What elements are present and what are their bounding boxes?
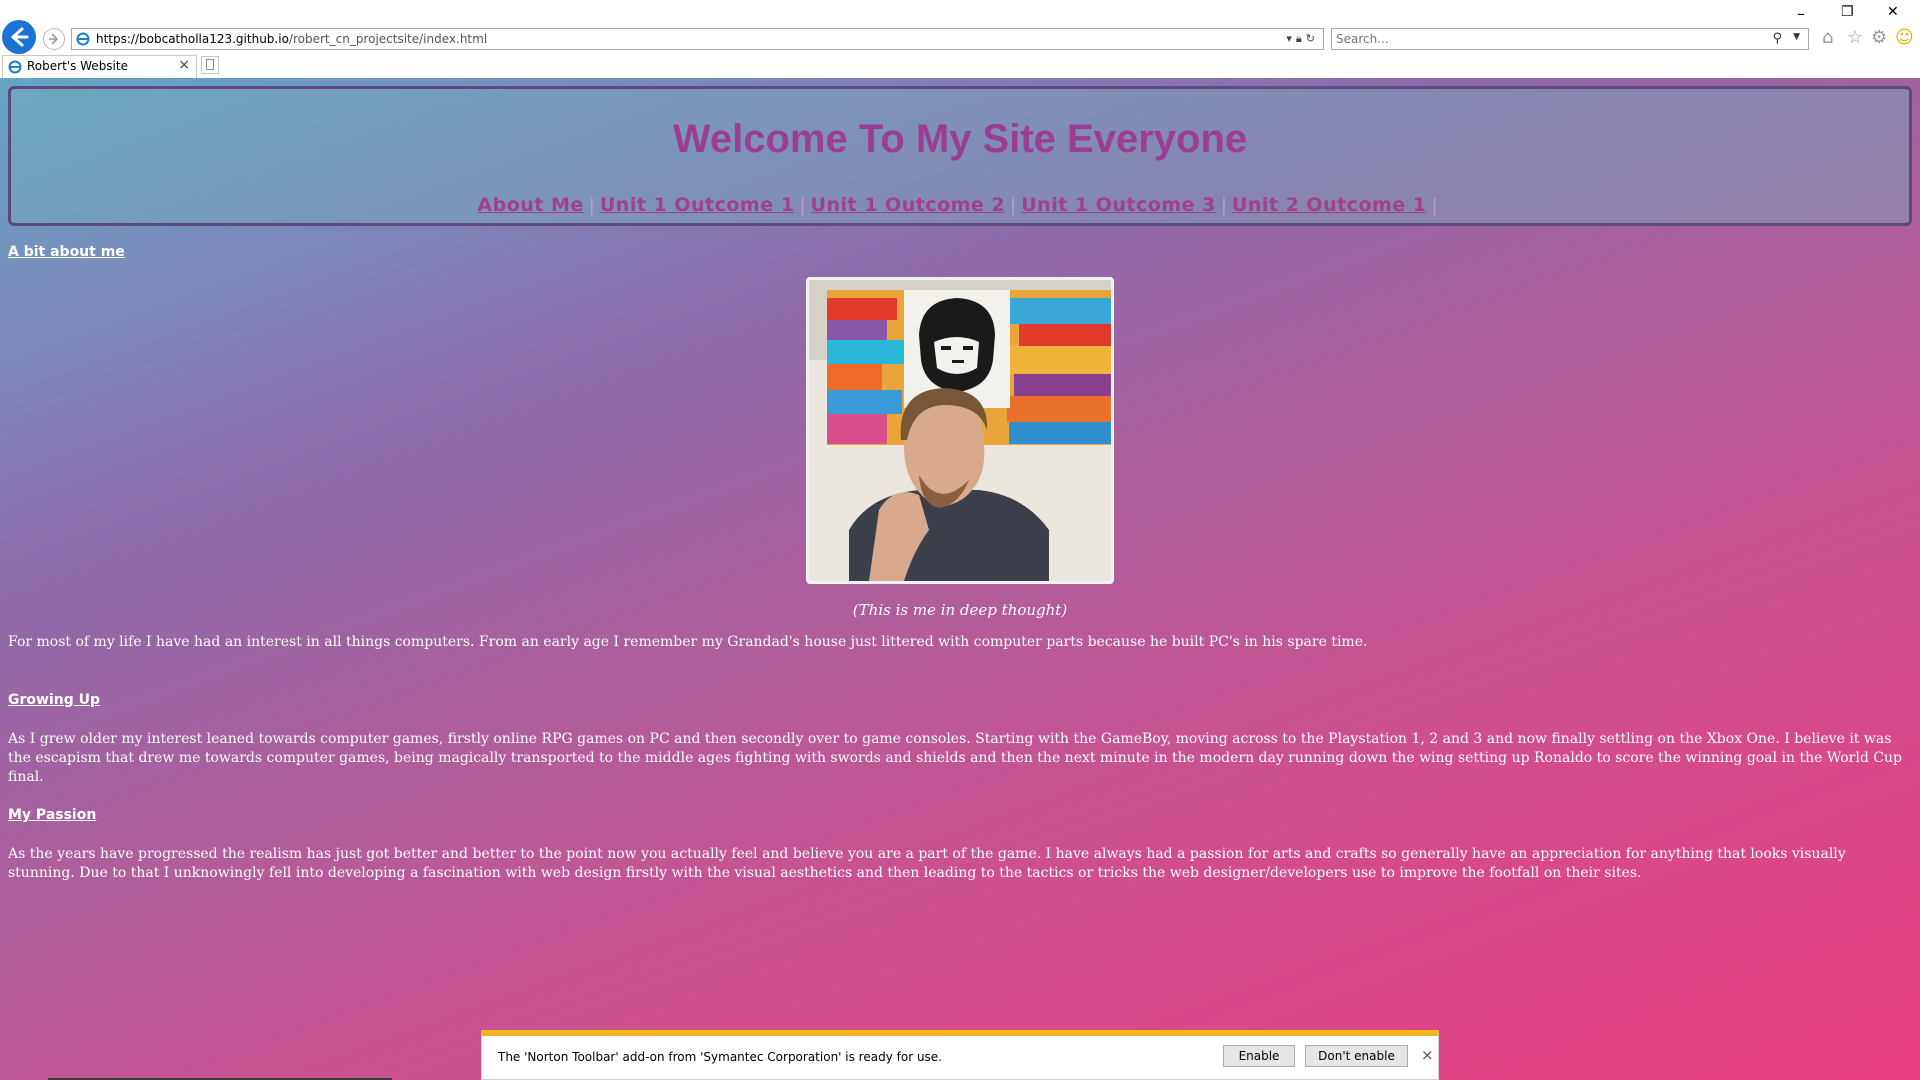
nav-separator: | xyxy=(1220,195,1227,216)
ie-page-icon xyxy=(76,32,90,46)
nav-separator: | xyxy=(1010,195,1017,216)
url-host: https://bobcatholla123.github.io xyxy=(96,32,289,46)
url-path: /robert_cn_projectsite/index.html xyxy=(288,32,488,46)
intro-paragraph: For most of my life I have had an intere… xyxy=(8,634,1368,650)
search-box[interactable]: ⚲ ▼ xyxy=(1331,28,1809,50)
tab-close-icon[interactable]: × xyxy=(178,57,190,73)
nav-link-about-me[interactable]: About Me xyxy=(477,194,583,216)
gear-icon[interactable]: ⚙ xyxy=(1871,27,1887,48)
nav-link-unit1-outcome1[interactable]: Unit 1 Outcome 1 xyxy=(600,194,795,216)
lock-icon[interactable]: 🔒︎ xyxy=(1296,32,1306,45)
page-title: Welcome To My Site Everyone xyxy=(672,117,1248,161)
address-bar[interactable]: https://bobcatholla123.github.io/robert_… xyxy=(71,28,1324,50)
heading-about: A bit about me xyxy=(8,244,125,260)
dropdown-icon[interactable]: ▾ xyxy=(1286,32,1296,45)
heading-my-passion: My Passion xyxy=(8,807,97,823)
url-text: https://bobcatholla123.github.io/robert_… xyxy=(96,32,487,46)
forward-arrow-icon xyxy=(49,33,59,45)
favorites-star-icon[interactable]: ☆ xyxy=(1847,27,1863,48)
nav-link-unit1-outcome2[interactable]: Unit 1 Outcome 2 xyxy=(811,194,1006,216)
minimize-button[interactable]: – xyxy=(1797,4,1805,23)
notification-message: The 'Norton Toolbar' add-on from 'Symant… xyxy=(498,1050,942,1064)
dont-enable-button[interactable]: Don't enable xyxy=(1305,1045,1408,1067)
new-tab-icon xyxy=(206,59,214,70)
enable-button[interactable]: Enable xyxy=(1223,1045,1295,1067)
site-nav: About Me | Unit 1 Outcome 1 | Unit 1 Outcome… xyxy=(11,194,1909,217)
nav-link-unit1-outcome3[interactable]: Unit 1 Outcome 3 xyxy=(1021,194,1216,216)
chevron-down-icon[interactable]: ▼ xyxy=(1793,32,1800,42)
search-icon[interactable]: ⚲ xyxy=(1772,31,1782,46)
new-tab-button[interactable] xyxy=(201,56,219,74)
nav-link-unit2-outcome1[interactable]: Unit 2 Outcome 1 xyxy=(1232,194,1427,216)
nav-separator: | xyxy=(588,195,595,216)
addon-notification-bar: The 'Norton Toolbar' add-on from 'Symant… xyxy=(481,1030,1439,1080)
tab-roberts-website[interactable]: Robert's Website × xyxy=(2,55,197,78)
tab-title: Robert's Website xyxy=(27,59,128,73)
profile-photo xyxy=(806,277,1114,584)
forward-button[interactable] xyxy=(43,28,65,50)
nav-separator: | xyxy=(799,195,806,216)
smiley-feedback-icon[interactable]: ☺ xyxy=(1895,27,1914,48)
heading-growing-up: Growing Up xyxy=(8,692,100,708)
my-passion-paragraph: As the years have progressed the realism… xyxy=(8,846,1846,881)
browser-chrome: https://bobcatholla123.github.io/robert_… xyxy=(0,0,1920,78)
restore-button[interactable]: ❐ xyxy=(1841,4,1854,20)
nav-separator: | xyxy=(1431,195,1438,216)
refresh-icon[interactable]: ↻ xyxy=(1306,32,1319,45)
close-icon[interactable]: × xyxy=(1421,1046,1434,1064)
close-window-button[interactable]: ✕ xyxy=(1887,4,1899,20)
page-viewport: Welcome To My Site Everyone About Me | Uni… xyxy=(0,78,1920,1080)
growing-up-paragraph: As I grew older my interest leaned towar… xyxy=(8,731,1902,785)
back-arrow-icon xyxy=(11,27,29,47)
back-button[interactable] xyxy=(2,20,36,54)
home-icon[interactable]: ⌂ xyxy=(1822,27,1833,48)
site-header: Welcome To My Site Everyone About Me | Uni… xyxy=(8,86,1912,226)
search-input[interactable] xyxy=(1336,31,1736,47)
photo-image xyxy=(809,280,1111,581)
address-actions: ▾🔒︎↻ xyxy=(1286,32,1319,46)
photo-caption: (This is me in deep thought) xyxy=(852,601,1068,619)
ie-favicon-icon xyxy=(8,60,22,74)
